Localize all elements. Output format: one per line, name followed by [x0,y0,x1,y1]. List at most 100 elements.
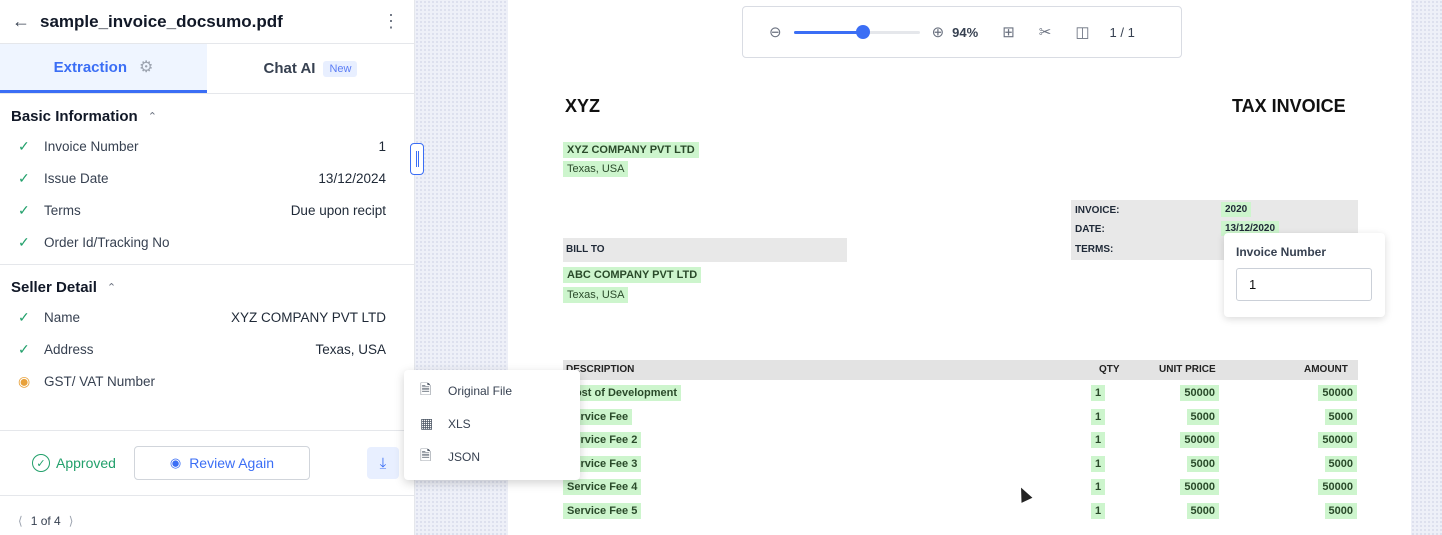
field-value: Texas, USA [315,341,386,357]
field-terms[interactable]: ✓ Terms Due upon recipt [0,194,414,226]
check-icon: ✓ [18,169,30,186]
th-amount: AMOUNT [1304,364,1348,375]
chevron-left-icon[interactable]: ⟨ [18,514,23,528]
new-badge: New [323,60,358,77]
zoom-out-icon[interactable]: ⊖ [769,23,782,41]
seller-address[interactable]: Texas, USA [563,161,629,177]
eye-icon: ◉ [169,455,182,470]
section-seller-detail: Seller Detail ⌃ ✓ Name XYZ COMPANY PVT L… [0,265,414,397]
tab-chat-ai[interactable]: Chat AI New [207,44,414,93]
table-cell-qty[interactable]: 1 [1091,385,1106,401]
panel-header: ← sample_invoice_docsumo.pdf ⋮ [0,0,414,44]
file-icon: 🗎 [420,380,432,397]
section-title: Seller Detail [11,278,97,296]
menu-item-label: JSON [448,449,481,464]
chevron-up-icon[interactable]: ⌃ [107,281,116,294]
field-label: GST/ VAT Number [44,373,156,389]
menu-item-xls[interactable]: ▦ XLS [404,407,580,440]
zoom-level: 94% [952,24,979,40]
table-cell-amount[interactable]: 50000 [1318,385,1357,401]
table-cell-amount[interactable]: 50000 [1318,432,1357,448]
check-icon: ✓ [18,137,30,154]
seller-name[interactable]: XYZ COMPANY PVT LTD [563,142,699,158]
invoice-number-input[interactable] [1236,268,1372,301]
invoice-company: XYZ [565,96,601,116]
download-menu: 🗎 Original File ▦ XLS 🗎 JSON [404,370,580,480]
check-icon: ✓ [18,201,30,218]
table-cell-price[interactable]: 5000 [1186,409,1219,425]
table-cell-qty[interactable]: 1 [1091,479,1106,495]
viewer-toolbar: ⊖ ⊕ 94% ⊞ ✂ ◫ 1 / 1 [742,6,1182,58]
field-address[interactable]: ✓ Address Texas, USA [0,333,414,365]
table-cell-desc[interactable]: Service Fee 5 [563,503,642,519]
field-value: XYZ COMPANY PVT LTD [230,309,386,325]
table-header [563,360,1358,380]
resize-handle[interactable] [410,143,424,175]
table-cell-qty[interactable]: 1 [1091,409,1106,425]
popup-label: Invoice Number [1236,245,1327,259]
buyer-address[interactable]: Texas, USA [563,287,629,303]
field-invoice-number[interactable]: ✓ Invoice Number 1 [0,130,414,162]
download-icon: ⤓ [379,454,387,472]
gear-icon[interactable]: ⚙ [139,57,153,77]
zoom-in-icon[interactable]: ⊕ [932,23,945,41]
zoom-slider-fill [793,30,863,34]
table-cell-amount[interactable]: 5000 [1324,503,1357,519]
file-name: sample_invoice_docsumo.pdf [40,11,283,31]
review-again-button[interactable]: ◉ Review Again [133,446,310,480]
table-cell-desc[interactable]: Cost of Development [563,385,682,401]
tab-extraction[interactable]: Extraction ⚙ [0,44,207,93]
table-cell-qty[interactable]: 1 [1091,503,1106,519]
th-qty: QTY [1099,364,1120,375]
menu-item-original-file[interactable]: 🗎 Original File [404,374,580,407]
table-cell-qty[interactable]: 1 [1091,456,1106,472]
table-cell-qty[interactable]: 1 [1091,432,1106,448]
buyer-name[interactable]: ABC COMPANY PVT LTD [563,267,702,283]
eye-icon: ◉ [18,372,31,389]
field-label: Name [44,309,81,325]
meta-value-invoice[interactable]: 2020 [1221,202,1252,217]
menu-item-json[interactable]: 🗎 JSON [404,440,580,473]
download-button[interactable]: ⤓ [367,447,399,479]
menu-item-label: Original File [448,383,513,398]
th-unit-price: UNIT PRICE [1159,364,1216,375]
bill-to-bar [563,238,847,262]
table-cell-price[interactable]: 50000 [1180,479,1219,495]
chevron-up-icon[interactable]: ⌃ [148,110,157,123]
table-cell-desc[interactable]: Service Fee 4 [563,479,642,495]
table-cell-price[interactable]: 50000 [1180,432,1219,448]
field-name[interactable]: ✓ Name XYZ COMPANY PVT LTD [0,301,414,333]
scissors-icon[interactable]: ✂ [1039,23,1052,41]
table-cell-price[interactable]: 5000 [1186,456,1219,472]
pager: ⟨ 1 of 4 ⟩ [18,514,81,528]
tab-chat-ai-label: Chat AI [263,60,316,77]
section-title: Basic Information [11,107,138,125]
check-icon: ✓ [18,308,30,325]
approved-status: ✓ Approved [32,454,116,472]
kebab-icon[interactable]: ⋮ [382,11,400,32]
page-search-icon[interactable]: ◫ [1075,23,1089,41]
field-value: Due upon recipt [290,202,386,218]
field-label: Address [44,341,94,357]
tab-extraction-label: Extraction [53,58,127,76]
check-icon: ✓ [18,340,30,357]
table-cell-amount[interactable]: 5000 [1324,456,1357,472]
arrow-left-icon[interactable]: ← [12,11,36,32]
pager-text: 1 of 4 [30,514,61,528]
chevron-right-icon[interactable]: ⟩ [69,514,74,528]
field-order-id[interactable]: ✓ Order Id/Tracking No [0,226,414,258]
field-label: Invoice Number [44,138,139,154]
table-cell-price[interactable]: 50000 [1180,385,1219,401]
table-cell-amount[interactable]: 5000 [1324,409,1357,425]
zoom-slider[interactable] [793,24,920,39]
field-label: Terms [44,202,81,218]
table-cell-amount[interactable]: 50000 [1318,479,1357,495]
field-gst-vat[interactable]: ◉ GST/ VAT Number [0,365,414,397]
json-file-icon: 🗎 [420,446,432,463]
field-issue-date[interactable]: ✓ Issue Date 13/12/2024 [0,162,414,194]
check-circle-icon: ✓ [32,454,50,472]
approved-label: Approved [56,455,116,471]
zoom-slider-knob[interactable] [855,24,870,39]
fit-screen-icon[interactable]: ⊞ [1002,23,1015,41]
table-cell-price[interactable]: 5000 [1186,503,1219,519]
